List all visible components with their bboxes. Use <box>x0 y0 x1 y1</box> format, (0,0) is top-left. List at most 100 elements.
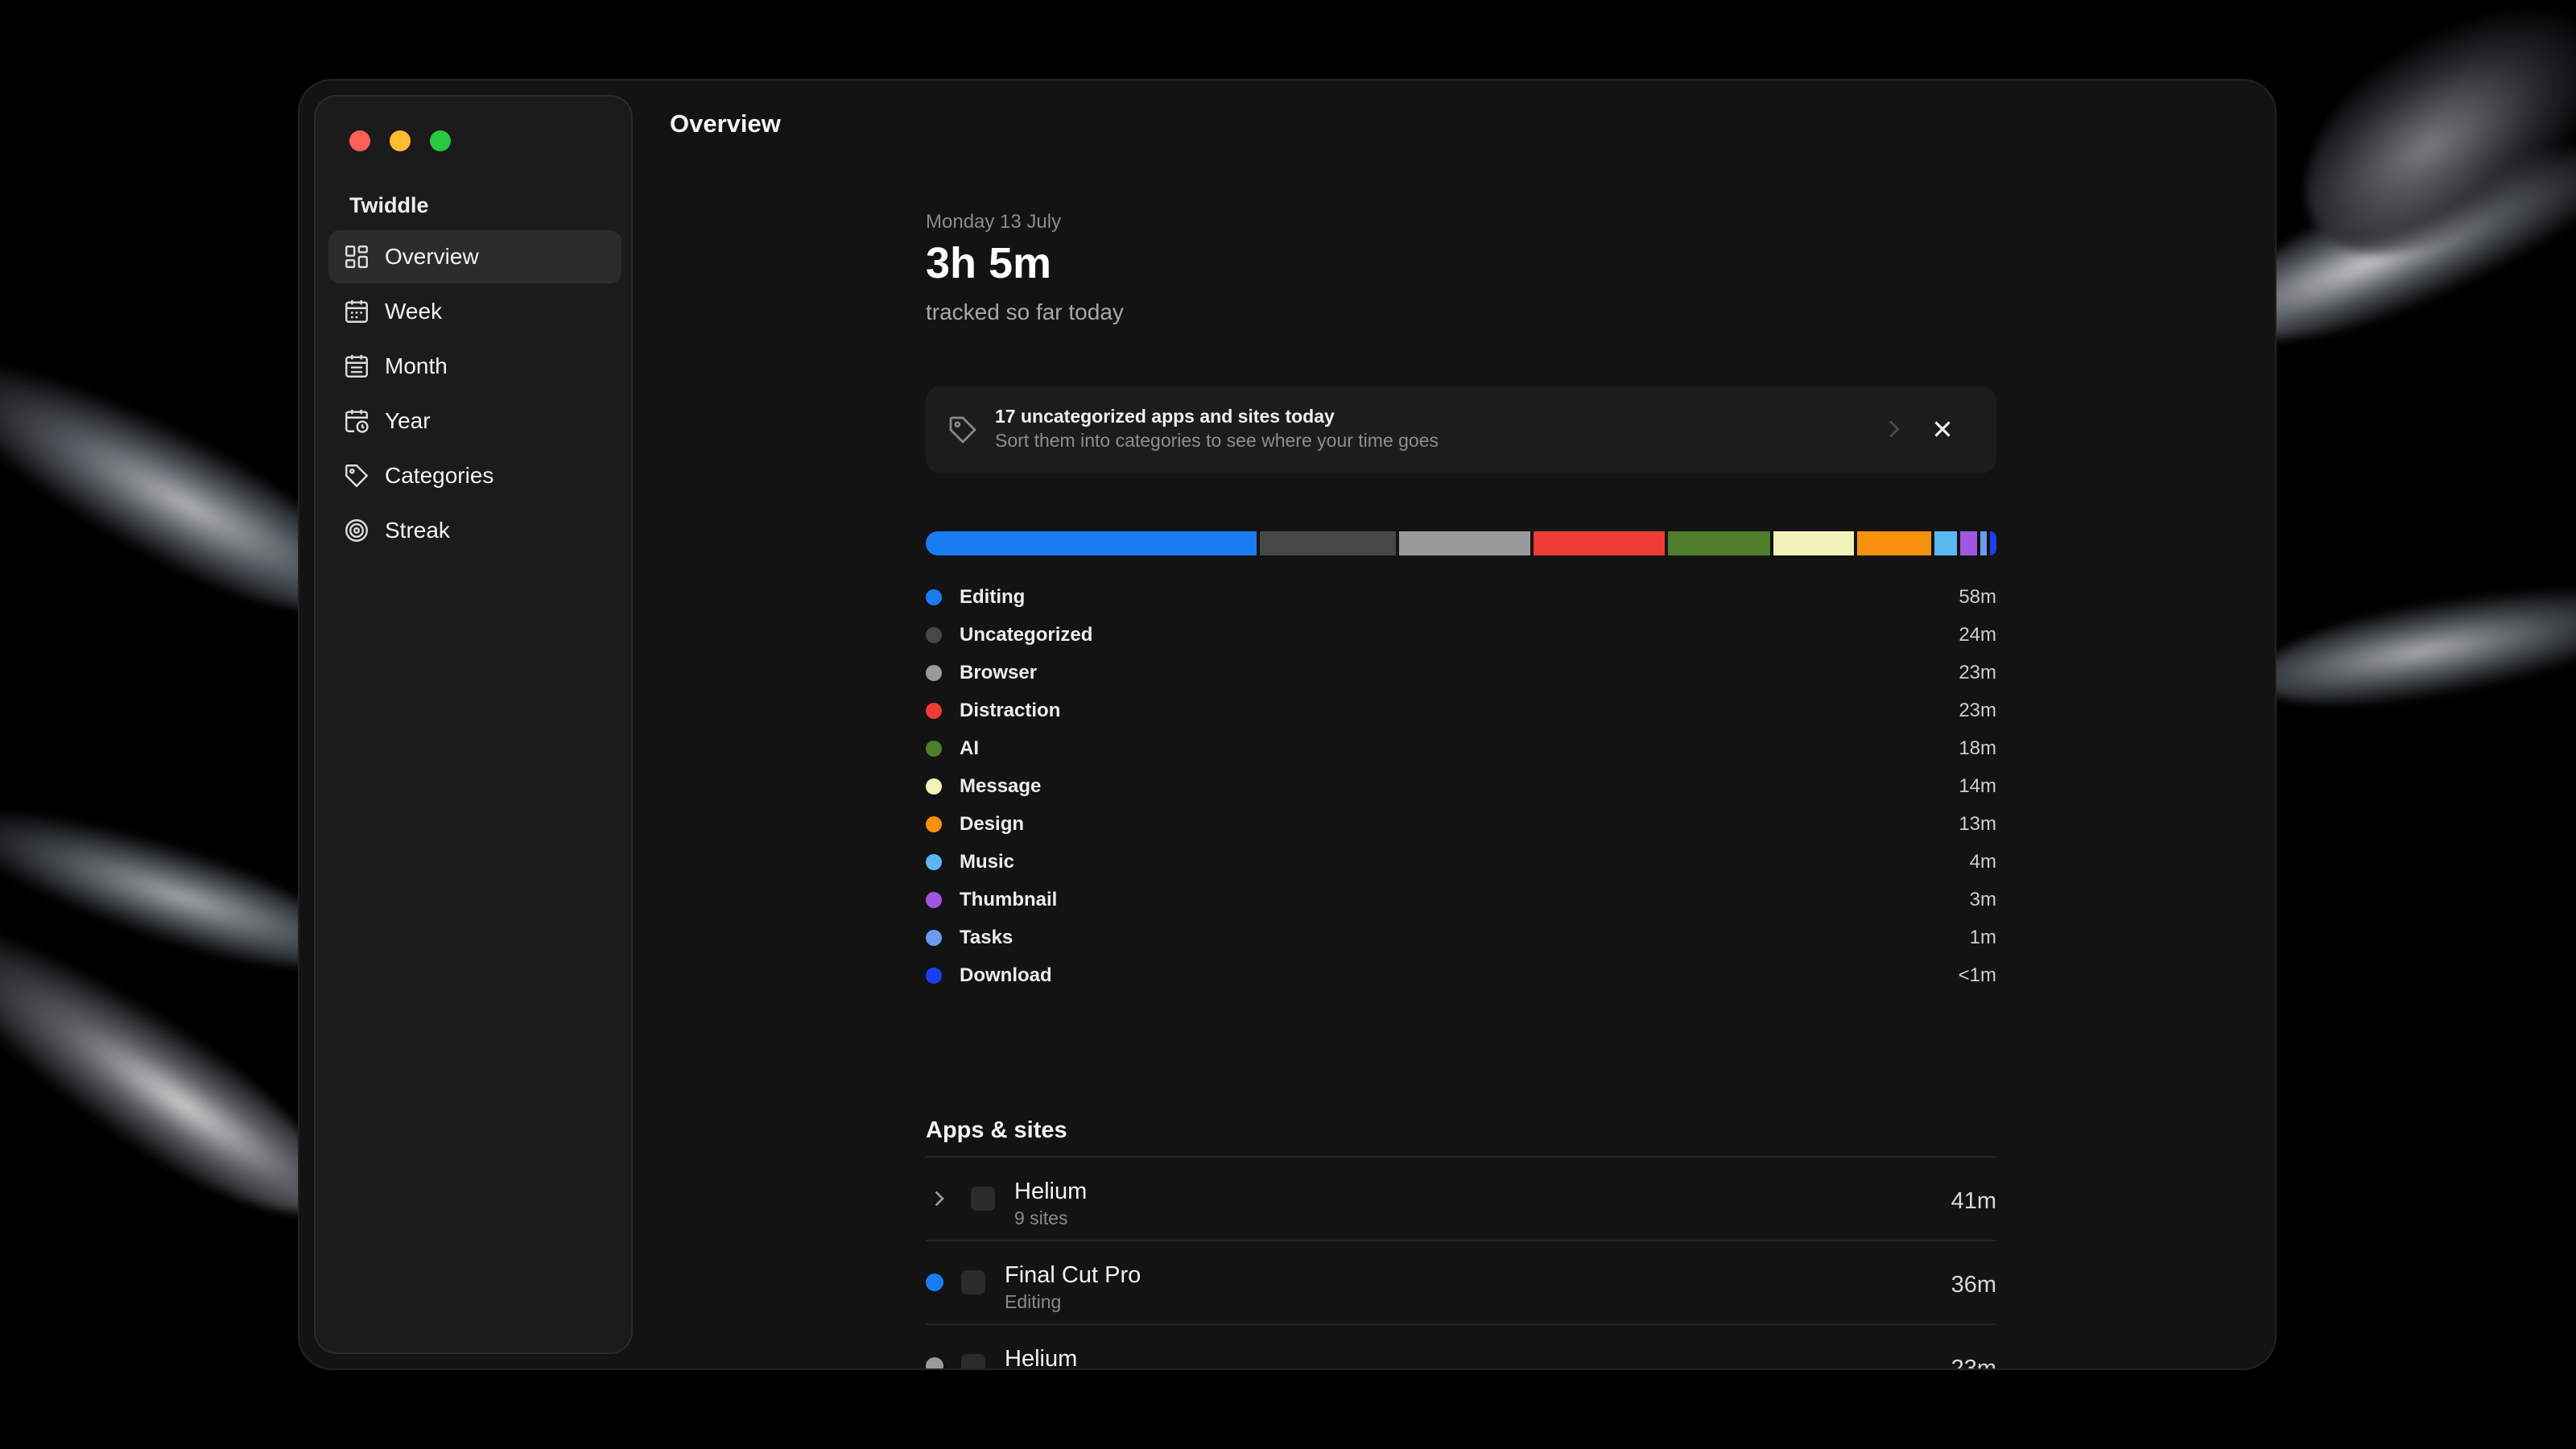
legend-row[interactable]: AI 18m <box>926 729 1996 767</box>
window-controls <box>349 130 451 151</box>
bar-segment-tasks <box>1980 531 1988 555</box>
legend-row[interactable]: Download <1m <box>926 956 1996 994</box>
category-duration: 18m <box>1959 737 1996 759</box>
apps-list: Helium 9 sites 41m Final Cut Pro Editing 36m H… <box>926 1156 1996 1368</box>
target-icon <box>345 519 368 542</box>
zoom-window-button[interactable] <box>430 130 451 151</box>
sidebar-item-label: Categories <box>385 463 494 488</box>
sidebar-item-year[interactable]: Year <box>328 394 621 448</box>
category-name: Download <box>960 964 1052 986</box>
app-row[interactable]: HeliumBrowser23m <box>926 1325 1996 1368</box>
banner-subtitle: Sort them into categories to see where y… <box>995 430 1439 451</box>
app-row[interactable]: Helium 9 sites 41m <box>926 1158 1996 1241</box>
chevron-right-icon[interactable] <box>1884 417 1903 441</box>
sidebar-item-overview[interactable]: Overview <box>328 230 621 283</box>
sidebar-item-week[interactable]: Week <box>328 285 621 338</box>
category-name: Music <box>960 850 1015 873</box>
category-duration: 23m <box>1959 699 1996 721</box>
bar-segment-distraction <box>1534 531 1665 555</box>
tag-icon <box>345 464 369 488</box>
app-name: Twiddle <box>349 193 429 217</box>
app-meta: Editing <box>1005 1291 1062 1312</box>
category-color-dot <box>926 967 942 984</box>
grid-icon <box>345 246 368 268</box>
bar-segment-uncategorized <box>1259 531 1397 555</box>
sidebar-item-streak[interactable]: Streak <box>328 504 621 557</box>
app-duration: 41m <box>1951 1188 1996 1214</box>
category-color-dot <box>926 740 942 757</box>
tag-icon <box>949 416 976 444</box>
bar-segment-thumbnail <box>1959 531 1978 555</box>
legend-row[interactable]: Browser 23m <box>926 654 1996 691</box>
sidebar: Twiddle Overview Week Month Year Categor… <box>314 95 633 1354</box>
uncategorized-banner[interactable]: 17 uncategorized apps and sites today So… <box>926 386 1996 473</box>
app-duration: 23m <box>1951 1356 1996 1368</box>
total-time: 3h 5m <box>926 239 1052 287</box>
category-color-dot <box>926 778 942 795</box>
category-color-dot <box>926 626 942 643</box>
category-duration: 3m <box>1969 888 1996 910</box>
apps-heading: Apps & sites <box>926 1117 1067 1143</box>
calendar-week-icon <box>345 299 368 323</box>
category-duration: 14m <box>1959 774 1996 797</box>
legend-row[interactable]: Distraction 23m <box>926 691 1996 729</box>
minimize-window-button[interactable] <box>390 130 411 151</box>
category-color-dot <box>926 664 942 681</box>
app-window: Twiddle Overview Week Month Year Categor… <box>299 80 2275 1368</box>
sidebar-item-label: Week <box>385 299 443 324</box>
category-duration: 4m <box>1969 850 1996 873</box>
category-color-dot <box>926 853 942 870</box>
close-icon[interactable] <box>1929 415 1956 443</box>
sidebar-item-label: Month <box>385 353 448 378</box>
category-duration: 13m <box>1959 812 1996 835</box>
category-color-dot <box>926 891 942 908</box>
category-name: Distraction <box>960 699 1061 721</box>
sidebar-item-month[interactable]: Month <box>328 340 621 393</box>
legend-row[interactable]: Editing 58m <box>926 578 1996 616</box>
category-stacked-bar <box>926 531 1996 555</box>
category-color-dot <box>926 588 942 605</box>
category-duration: 1m <box>1969 926 1996 948</box>
date-label: Monday 13 July <box>926 211 1062 233</box>
sidebar-item-label: Year <box>385 408 431 433</box>
app-duration: 36m <box>1951 1272 1996 1298</box>
legend-row[interactable]: Design 13m <box>926 805 1996 843</box>
category-name: Thumbnail <box>960 888 1058 910</box>
category-name: Message <box>960 774 1042 797</box>
legend-row[interactable]: Message 14m <box>926 767 1996 805</box>
total-subtitle: tracked so far today <box>926 299 1124 324</box>
bar-segment-ai <box>1668 531 1771 555</box>
category-name: Browser <box>960 661 1038 683</box>
calendar-clock-icon <box>345 409 369 433</box>
category-name: Editing <box>960 585 1026 608</box>
banner-title: 17 uncategorized apps and sites today <box>995 406 1335 427</box>
category-color-dot <box>926 815 942 832</box>
legend-row[interactable]: Thumbnail 3m <box>926 881 1996 919</box>
category-duration: 58m <box>1959 585 1996 608</box>
category-name: AI <box>960 737 979 759</box>
sidebar-item-label: Overview <box>385 244 479 269</box>
app-icon <box>971 1187 995 1211</box>
bar-segment-browser <box>1399 531 1531 555</box>
bar-segment-design <box>1856 531 1931 555</box>
category-color-dot <box>926 702 942 719</box>
app-icon <box>961 1354 985 1368</box>
calendar-month-icon <box>345 354 368 378</box>
legend-row[interactable]: Tasks 1m <box>926 919 1996 956</box>
category-color-dot <box>926 1274 943 1291</box>
sidebar-nav: Overview Week Month Year Categories Stre… <box>328 230 621 559</box>
sidebar-item-categories[interactable]: Categories <box>328 449 621 502</box>
app-meta: 9 sites <box>1014 1208 1068 1228</box>
category-duration: 24m <box>1959 623 1996 646</box>
legend-row[interactable]: Uncategorized 24m <box>926 616 1996 654</box>
bar-segment-message <box>1773 531 1854 555</box>
bar-segment-download <box>1990 531 1996 555</box>
legend-row[interactable]: Music 4m <box>926 843 1996 881</box>
sidebar-item-label: Streak <box>385 518 450 543</box>
close-window-button[interactable] <box>349 130 370 151</box>
app-name: Helium <box>1014 1179 1088 1204</box>
bar-segment-editing <box>926 531 1257 555</box>
app-row[interactable]: Final Cut Pro Editing 36m <box>926 1241 1996 1325</box>
chevron-right-icon[interactable] <box>931 1187 947 1211</box>
category-name: Uncategorized <box>960 623 1093 646</box>
